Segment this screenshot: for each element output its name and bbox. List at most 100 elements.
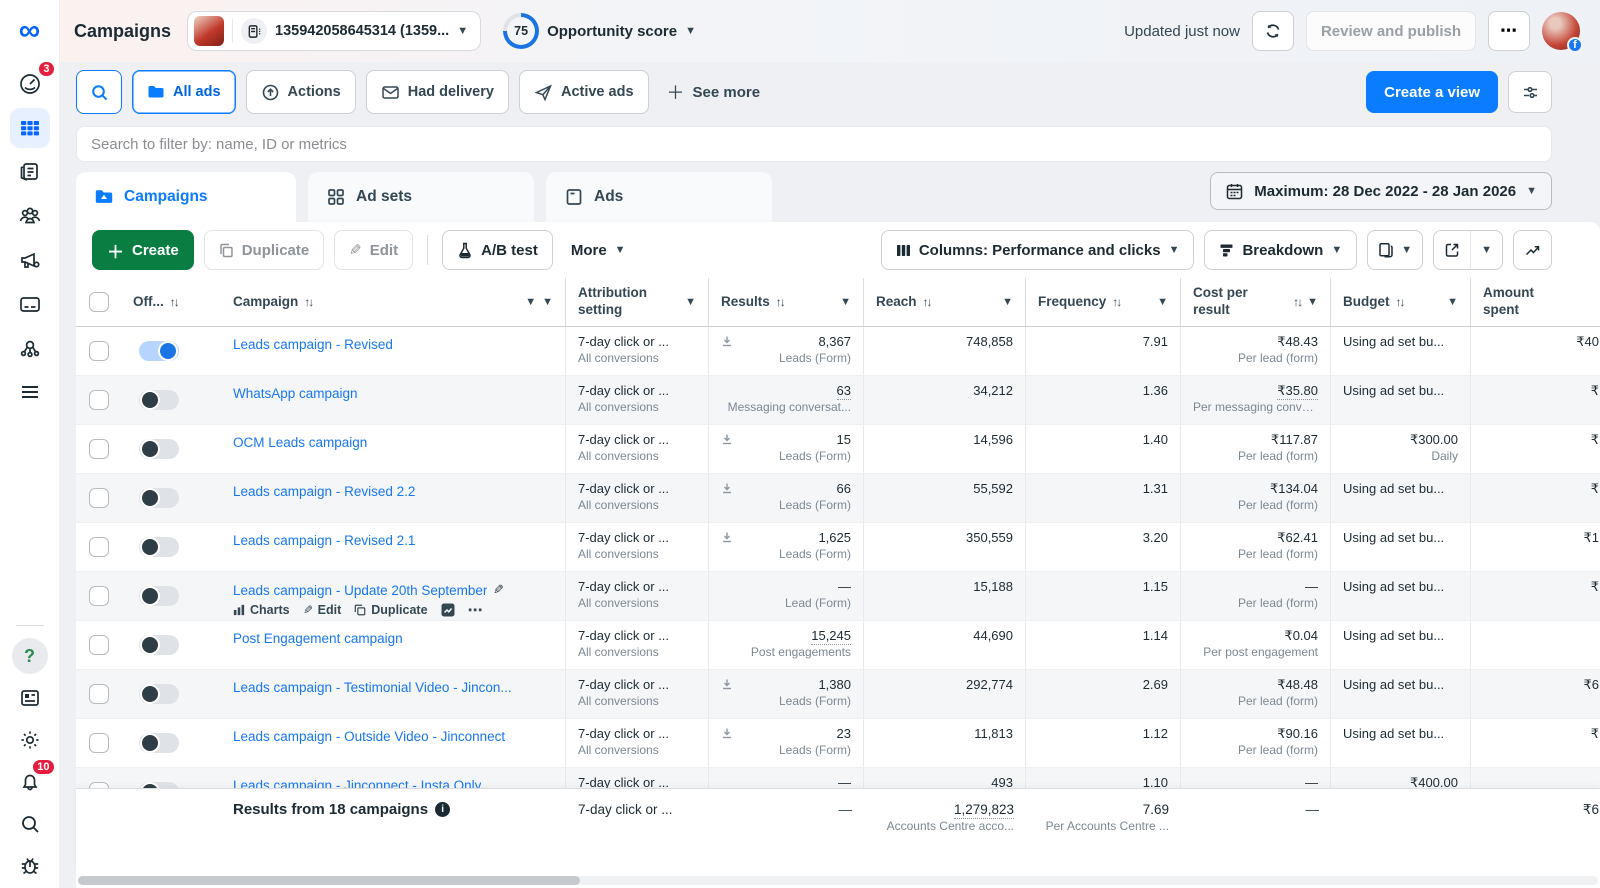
more-options-button[interactable]: ⋯ xyxy=(1488,11,1530,51)
ad-account-selector[interactable]: 135942058645314 (1359... ▼ xyxy=(187,11,482,51)
refresh-button[interactable] xyxy=(1251,11,1294,51)
row-checkbox[interactable] xyxy=(88,390,109,410)
campaign-toggle[interactable] xyxy=(139,733,179,753)
sidebar-item-ads-reporting[interactable] xyxy=(10,152,50,192)
row-checkbox[interactable] xyxy=(88,733,109,753)
campaign-toggle[interactable] xyxy=(139,390,179,410)
chevron-down-icon[interactable]: ▼ xyxy=(1307,296,1318,308)
chevron-down-icon[interactable]: ▼ xyxy=(1002,296,1013,308)
filter-chip-all-ads[interactable]: All ads xyxy=(132,70,236,114)
search-input[interactable] xyxy=(76,126,1552,162)
column-header-budget[interactable]: Budget ↑↓ ▼ xyxy=(1331,278,1471,326)
edit-button[interactable]: ✎ Edit xyxy=(334,230,414,270)
sidebar-item-events-manager[interactable] xyxy=(10,328,50,368)
row-checkbox[interactable] xyxy=(88,341,109,361)
download-icon[interactable] xyxy=(721,531,733,565)
campaign-toggle[interactable] xyxy=(139,586,179,606)
row-checkbox[interactable] xyxy=(88,635,109,655)
filter-chip-had-delivery[interactable]: Had delivery xyxy=(365,70,509,114)
column-header-reach[interactable]: Reach ↑↓ ▼ xyxy=(864,278,1026,326)
campaign-link[interactable]: Leads campaign - Outside Video - Jinconn… xyxy=(233,729,505,744)
reports-icon-segment[interactable]: ▼ xyxy=(1368,231,1422,269)
sidebar-item-campaigns[interactable] xyxy=(9,108,50,148)
view-charts-box-icon[interactable] xyxy=(441,603,455,617)
campaign-link[interactable]: WhatsApp campaign xyxy=(233,386,358,401)
tab-campaigns[interactable]: Campaigns xyxy=(76,172,296,222)
sidebar-item-report-bug[interactable] xyxy=(10,846,50,886)
sidebar-item-account-overview[interactable]: 3 xyxy=(10,60,56,104)
campaign-toggle[interactable] xyxy=(139,537,179,557)
ab-test-button[interactable]: A/B test xyxy=(442,230,553,270)
create-button[interactable]: ＋ Create xyxy=(92,230,194,270)
charts-action[interactable]: Charts xyxy=(233,603,290,617)
edit-action[interactable]: ✎ Edit xyxy=(303,603,342,617)
duplicate-button[interactable]: Duplicate xyxy=(203,230,325,270)
campaign-link[interactable]: Leads campaign - Testimonial Video - Jin… xyxy=(233,680,512,695)
campaign-link[interactable]: Leads campaign - Revised xyxy=(233,337,393,352)
filter-chip-actions[interactable]: Actions xyxy=(245,70,356,114)
row-checkbox[interactable] xyxy=(88,537,109,557)
campaign-toggle[interactable] xyxy=(139,488,179,508)
create-view-button[interactable]: Create a view xyxy=(1366,71,1498,113)
horizontal-scrollbar[interactable] xyxy=(78,876,1598,885)
sidebar-item-billing[interactable] xyxy=(10,284,50,324)
export-button[interactable] xyxy=(1434,231,1470,269)
tab-ads[interactable]: Ads xyxy=(546,172,772,222)
column-header-off[interactable]: Off... ↑↓ xyxy=(121,278,221,326)
campaign-toggle[interactable] xyxy=(139,684,179,704)
tab-ad-sets[interactable]: Ad sets xyxy=(308,172,534,222)
campaign-link[interactable]: Post Engagement campaign xyxy=(233,631,403,646)
column-header-attribution[interactable]: Attribution setting ▼ xyxy=(566,278,709,326)
chevron-down-icon[interactable]: ▼ xyxy=(1157,296,1168,308)
more-button[interactable]: More ▼ xyxy=(562,230,634,270)
row-checkbox[interactable] xyxy=(88,488,109,508)
duplicate-action[interactable]: Duplicate xyxy=(354,603,428,617)
row-checkbox[interactable] xyxy=(88,684,109,704)
download-icon[interactable] xyxy=(721,727,733,761)
download-icon[interactable] xyxy=(721,433,733,467)
column-header-cost[interactable]: Cost per result ↑↓ ▼ xyxy=(1181,278,1331,326)
charts-panel-button[interactable] xyxy=(1513,230,1552,270)
see-more-button[interactable]: ＋ See more xyxy=(667,79,761,105)
chevron-down-icon[interactable]: ▼ xyxy=(525,296,536,308)
chevron-down-icon[interactable]: ▼ xyxy=(542,296,553,308)
column-header-frequency[interactable]: Frequency ↑↓ ▼ xyxy=(1026,278,1181,326)
review-publish-button[interactable]: Review and publish xyxy=(1305,11,1476,51)
column-header-campaign[interactable]: Campaign ↑↓ ▼ ▼ xyxy=(221,278,566,326)
download-icon[interactable] xyxy=(721,678,733,712)
download-icon[interactable] xyxy=(721,335,733,369)
campaign-link[interactable]: Leads campaign - Revised 2.1 xyxy=(233,533,415,548)
campaign-link[interactable]: OCM Leads campaign xyxy=(233,435,367,450)
breakdown-button[interactable]: Breakdown ▼ xyxy=(1204,230,1358,270)
sidebar-item-help[interactable]: ? xyxy=(10,636,50,676)
campaign-toggle[interactable] xyxy=(139,635,179,655)
filter-chip-active-ads[interactable]: Active ads xyxy=(518,70,649,114)
opportunity-score[interactable]: 75 Opportunity score ▼ xyxy=(503,13,696,49)
sidebar-item-search[interactable] xyxy=(10,804,50,844)
select-all-checkbox[interactable] xyxy=(88,292,109,312)
chevron-down-icon[interactable]: ▼ xyxy=(1447,296,1458,308)
column-header-amount[interactable]: Amount spent xyxy=(1471,278,1600,326)
campaign-link[interactable]: Leads campaign - Update 20th September xyxy=(233,583,487,598)
export-options-button[interactable]: ▼ xyxy=(1470,231,1502,269)
scrollbar-thumb[interactable] xyxy=(78,876,580,885)
campaign-toggle[interactable] xyxy=(139,341,179,361)
reports-button[interactable]: ▼ xyxy=(1367,230,1424,270)
sidebar-item-whats-new[interactable] xyxy=(10,678,50,718)
info-icon[interactable]: i xyxy=(435,802,451,817)
column-header-results[interactable]: Results ↑↓ ▼ xyxy=(709,278,864,326)
campaign-link[interactable]: Leads campaign - Revised 2.2 xyxy=(233,484,415,499)
edit-pencil-icon[interactable]: ✎ xyxy=(493,582,504,598)
profile-avatar[interactable]: f xyxy=(1542,12,1583,53)
download-icon[interactable] xyxy=(721,482,733,516)
more-actions-icon[interactable]: ⋯ xyxy=(468,601,484,619)
chevron-down-icon[interactable]: ▼ xyxy=(685,296,696,308)
campaign-toggle[interactable] xyxy=(139,439,179,459)
columns-button[interactable]: Columns: Performance and clicks ▼ xyxy=(880,230,1195,270)
chevron-down-icon[interactable]: ▼ xyxy=(840,296,851,308)
date-range-selector[interactable]: Maximum: 28 Dec 2022 - 28 Jan 2026 ▼ xyxy=(1210,172,1552,210)
sidebar-item-settings[interactable] xyxy=(10,720,50,760)
sidebar-item-advertising-settings[interactable] xyxy=(10,240,50,280)
meta-logo-icon[interactable]: ∞ xyxy=(19,16,40,46)
sidebar-item-audiences[interactable] xyxy=(10,196,50,236)
